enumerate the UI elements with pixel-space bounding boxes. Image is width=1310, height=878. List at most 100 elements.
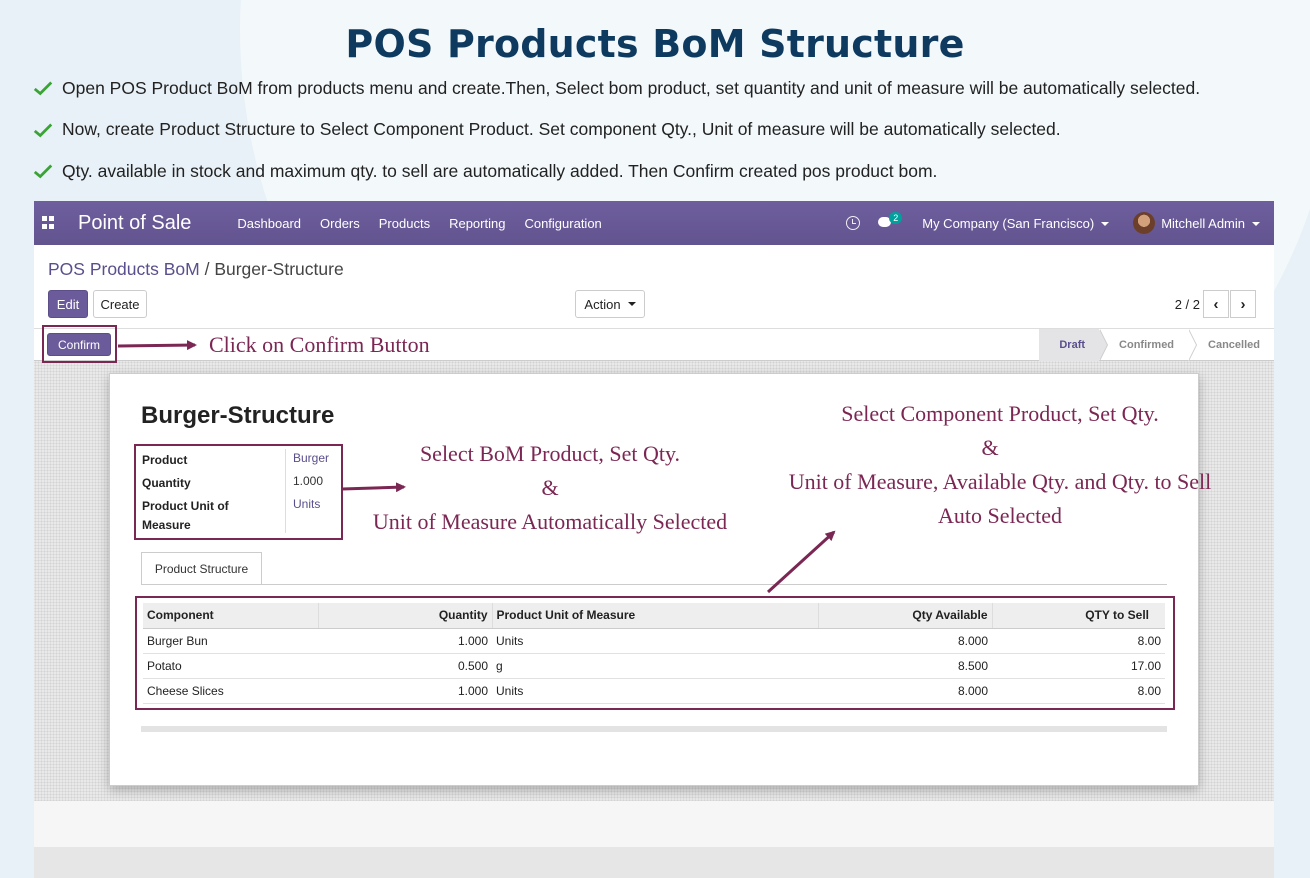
menu-item-dashboard[interactable]: Dashboard <box>237 216 301 231</box>
create-button[interactable]: Create <box>93 290 147 318</box>
column-header-qty-to-sell[interactable]: QTY to Sell <box>991 603 1165 629</box>
annotation-comp-line2: & <box>981 435 999 460</box>
field-label: Quantity <box>142 476 191 490</box>
cell-qty-available: 8.500 <box>818 653 992 679</box>
check-icon <box>33 164 53 179</box>
table-row[interactable]: Burger Bun 1.000 Units 8.000 8.00 <box>143 628 1165 654</box>
component-table: Component Quantity Product Unit of Measu… <box>143 603 1165 704</box>
screenshot-footer <box>34 801 1274 847</box>
page-title: POS Products BoM Structure <box>345 22 965 66</box>
pager-next-button[interactable]: › <box>1230 290 1256 318</box>
cell-component: Cheese Slices <box>143 678 318 704</box>
field-label: Product Unit of Measure <box>142 499 229 532</box>
column-header-component[interactable]: Component <box>143 603 318 629</box>
cell-qty-available: 8.000 <box>818 678 992 704</box>
activity-clock-icon[interactable] <box>846 216 861 230</box>
stage-draft[interactable]: Draft <box>1039 329 1108 361</box>
menu-item-configuration[interactable]: Configuration <box>524 216 601 231</box>
tab-divider <box>141 584 1167 585</box>
cell-quantity: 1.000 <box>318 628 492 654</box>
column-header-qty-available[interactable]: Qty Available <box>817 603 992 629</box>
chevron-down-icon <box>1101 222 1110 227</box>
annotation-comp-line3: Unit of Measure, Available Qty. and Qty.… <box>788 469 1212 494</box>
table-footer-bar <box>141 726 1167 732</box>
stage-confirmed[interactable]: Confirmed <box>1099 329 1198 361</box>
column-header-quantity[interactable]: Quantity <box>317 603 492 629</box>
confirm-highlight-box <box>42 325 117 363</box>
column-header-uom[interactable]: Product Unit of Measure <box>491 603 818 629</box>
pager-previous-button[interactable]: ‹ <box>1203 290 1229 318</box>
cell-uom: Units <box>492 678 818 704</box>
annotation-comp-line1: Select Component Product, Set Qty. <box>841 401 1159 426</box>
feature-item: Qty. available in stock and maximum qty.… <box>32 159 1307 183</box>
navbar-systray: 2 My Company (San Francisco) Mitchell Ad… <box>846 201 1260 245</box>
table-row[interactable]: Potato 0.500 g 8.500 17.00 <box>143 653 1165 679</box>
apps-menu-icon[interactable] <box>42 216 56 230</box>
main-menu: Dashboard Orders Products Reporting Conf… <box>237 216 620 231</box>
cell-component: Potato <box>143 653 318 679</box>
breadcrumb-separator: / <box>199 259 215 279</box>
field-quantity: Quantity <box>142 474 191 493</box>
field-separator <box>285 449 286 533</box>
breadcrumb: POS Products BoM / Burger-Structure <box>48 259 344 280</box>
cell-component: Burger Bun <box>143 628 318 654</box>
feature-text: Qty. available in stock and maximum qty.… <box>62 160 938 181</box>
check-icon <box>33 123 53 137</box>
top-navbar: Point of Sale Dashboard Orders Products … <box>34 201 1274 245</box>
screenshot-footer-band <box>34 847 1274 878</box>
user-name: Mitchell Admin <box>1161 215 1245 231</box>
cell-quantity: 1.000 <box>318 678 492 704</box>
cell-uom: Units <box>492 628 818 654</box>
app-brand[interactable]: Point of Sale <box>78 212 191 235</box>
feature-item: Now, create Product Structure to Select … <box>32 118 1307 142</box>
annotation-bom-line3: Unit of Measure Automatically Selected <box>372 509 728 534</box>
feature-text: Open POS Product BoM from products menu … <box>62 77 1201 98</box>
user-menu[interactable]: Mitchell Admin <box>1161 216 1260 231</box>
menu-item-products[interactable]: Products <box>379 216 430 231</box>
field-uom: Product Unit of Measure <box>142 497 257 535</box>
uom-value-link[interactable]: Units <box>293 497 320 511</box>
action-dropdown[interactable]: Action <box>575 290 645 318</box>
stage-pipeline: Draft Confirmed Cancelled <box>1039 329 1274 361</box>
product-value-link[interactable]: Burger <box>293 451 329 465</box>
feature-text: Now, create Product Structure to Select … <box>62 119 1061 139</box>
company-switcher[interactable]: My Company (San Francisco) <box>922 215 1110 231</box>
company-name: My Company (San Francisco) <box>922 215 1095 231</box>
form-view: Burger-Structure Product Burger Quantity… <box>34 361 1274 801</box>
menu-item-reporting[interactable]: Reporting <box>449 216 505 231</box>
component-table-highlight: Component Quantity Product Unit of Measu… <box>135 596 1175 710</box>
messages-chat-icon[interactable]: 2 <box>878 212 903 230</box>
breadcrumb-root-link[interactable]: POS Products BoM <box>48 259 200 279</box>
chevron-down-icon <box>1252 222 1260 227</box>
annotation-bom-line1: Select BoM Product, Set Qty. <box>419 441 681 466</box>
record-title: Burger-Structure <box>141 402 335 429</box>
stage-cancelled[interactable]: Cancelled <box>1188 329 1274 361</box>
cell-qty-to-sell: 17.00 <box>992 653 1165 679</box>
check-icon <box>33 81 53 96</box>
messages-badge: 2 <box>889 212 903 224</box>
tab-product-structure[interactable]: Product Structure <box>141 552 262 585</box>
annotation-confirm: Click on Confirm Button <box>209 332 430 357</box>
table-row[interactable]: Cheese Slices 1.000 Units 8.000 8.00 <box>143 678 1165 704</box>
feature-item: Open POS Product BoM from products menu … <box>32 76 1307 100</box>
bom-fields-group: Product Burger Quantity 1.000 Product Un… <box>134 444 343 540</box>
chevron-down-icon <box>627 302 636 306</box>
annotation-comp-line4: Auto Selected <box>937 503 1063 528</box>
cell-qty-to-sell: 8.00 <box>992 628 1165 654</box>
user-avatar[interactable] <box>1133 212 1156 234</box>
annotation-bom-line2: & <box>541 475 559 500</box>
cell-quantity: 0.500 <box>318 653 492 679</box>
table-header-row: Component Quantity Product Unit of Measu… <box>143 603 1165 629</box>
quantity-value: 1.000 <box>293 474 324 488</box>
pager-value[interactable]: 2 / 2 <box>1175 297 1200 312</box>
cell-qty-available: 8.000 <box>818 628 992 654</box>
edit-button[interactable]: Edit <box>48 290 88 318</box>
control-panel: POS Products BoM / Burger-Structure Edit… <box>34 245 1274 329</box>
app-screenshot: Point of Sale Dashboard Orders Products … <box>34 201 1274 878</box>
menu-item-orders[interactable]: Orders <box>320 216 360 231</box>
cell-qty-to-sell: 8.00 <box>992 678 1165 704</box>
feature-list: Open POS Product BoM from products menu … <box>32 76 1307 201</box>
field-product: Product <box>142 451 187 470</box>
field-label: Product <box>142 453 188 467</box>
cell-uom: g <box>492 653 818 679</box>
